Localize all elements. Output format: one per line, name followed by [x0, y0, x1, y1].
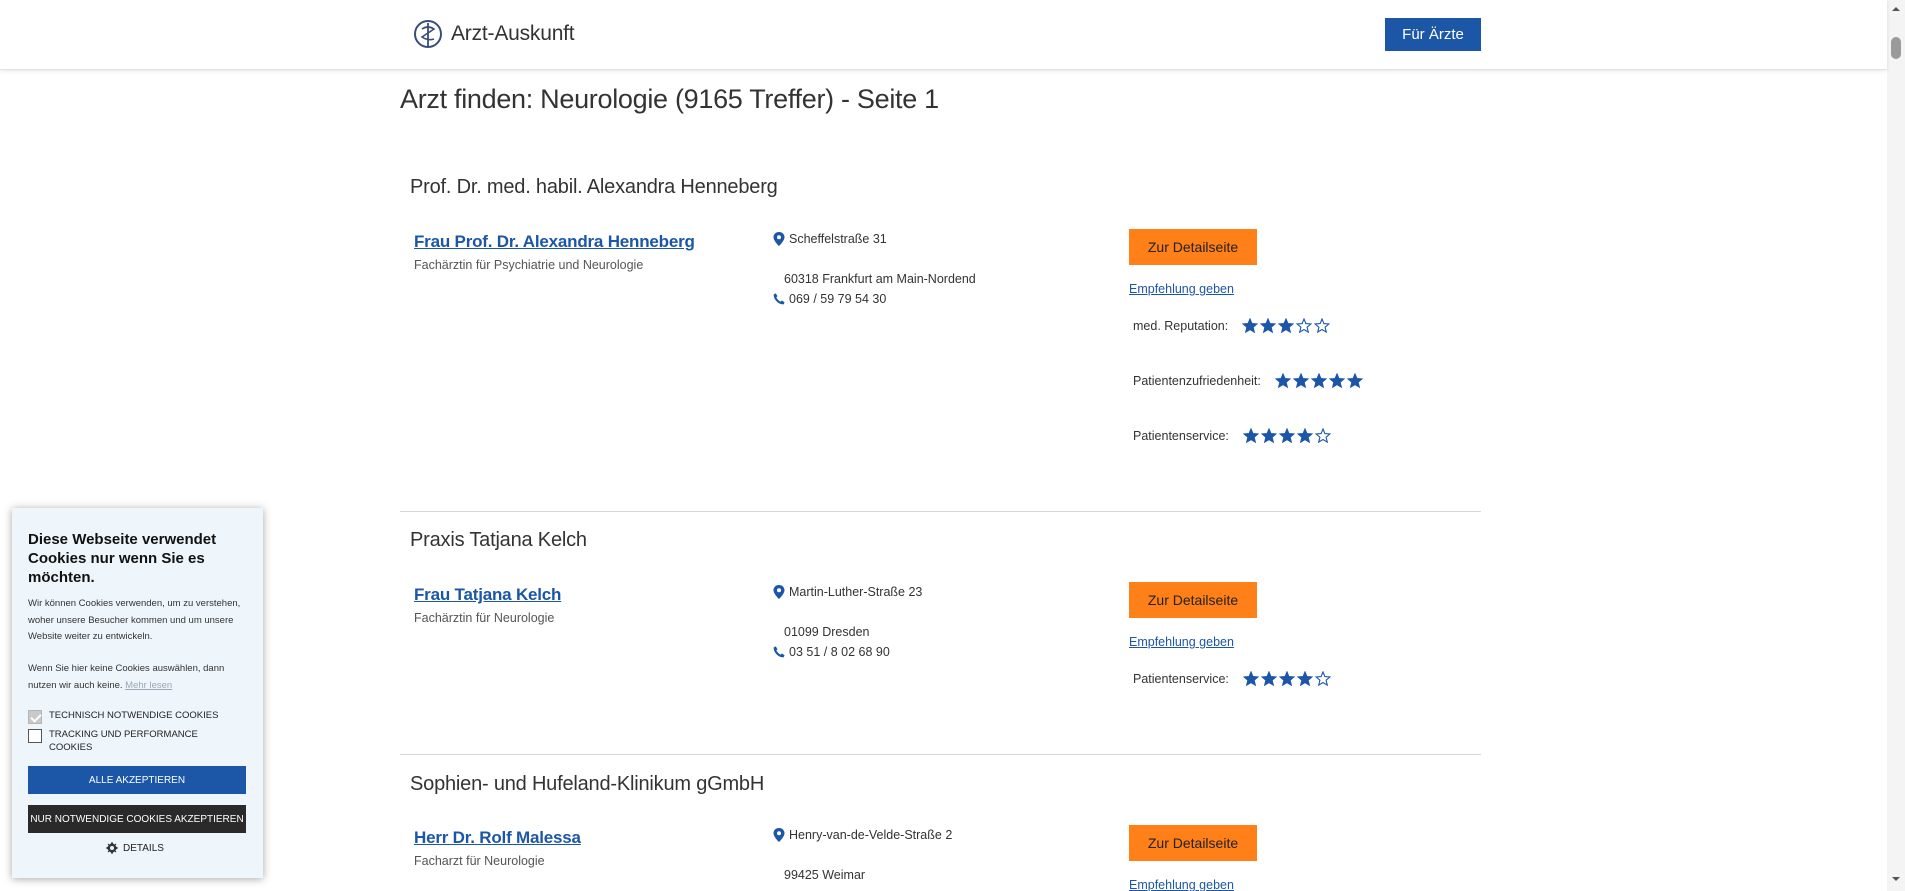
site-header: Arzt-Auskunft Für Ärzte	[0, 0, 1887, 70]
result-divider	[400, 511, 1481, 512]
practice-name: Praxis Tatjana Kelch	[410, 529, 587, 551]
city-text: 01099 Dresden	[784, 625, 870, 639]
address-city: 60318 Frankfurt am Main-Nordend	[784, 272, 976, 286]
cookie-description-2: Wenn Sie hier keine Cookies auswählen, d…	[28, 661, 250, 694]
cookie-details-toggle[interactable]: Details	[106, 842, 164, 854]
star-filled-icon	[1242, 428, 1259, 444]
tracking-cookies-label: Tracking und Performance Cookies	[49, 729, 198, 753]
recommend-link[interactable]: Empfehlung geben	[1129, 635, 1234, 649]
phone-text: 069 / 59 79 54 30	[789, 292, 887, 306]
address-street: Martin-Luther-Straße 23	[773, 585, 922, 599]
star-empty-icon	[1314, 318, 1331, 334]
location-pin-icon	[773, 232, 785, 246]
street-text: Henry-van-de-Velde-Straße 2	[789, 828, 953, 842]
address-street: Scheffelstraße 31	[773, 232, 887, 246]
rating-patient-service: Patientenservice:	[1133, 428, 1331, 444]
detail-page-button[interactable]: Zur Detailseite	[1129, 229, 1257, 265]
technical-cookies-label: Technisch notwendige Cookies	[49, 710, 219, 721]
cookie-consent-panel: Diese Webseite verwendet Cookies nur wen…	[12, 508, 263, 878]
accept-all-button[interactable]: Alle akzeptieren	[28, 766, 246, 794]
recommend-link[interactable]: Empfehlung geben	[1129, 282, 1234, 296]
doctor-specialty: Fachärztin für Neurologie	[414, 611, 555, 625]
street-text: Martin-Luther-Straße 23	[789, 585, 923, 599]
phone-number[interactable]: 069 / 59 79 54 30	[773, 292, 886, 306]
for-doctors-button[interactable]: Für Ärzte	[1385, 18, 1481, 51]
star-rating	[1274, 373, 1363, 389]
star-filled-icon	[1310, 373, 1327, 389]
cookie-title: Diese Webseite verwendet Cookies nur wen…	[28, 531, 217, 586]
star-filled-icon	[1260, 318, 1277, 334]
doctor-specialty: Facharzt für Neurologie	[414, 854, 545, 868]
recommend-link[interactable]: Empfehlung geben	[1129, 878, 1234, 891]
star-rating	[1242, 318, 1331, 334]
doctor-name-link[interactable]: Herr Dr. Rolf Malessa	[414, 828, 581, 848]
star-filled-icon	[1292, 373, 1309, 389]
star-filled-icon	[1296, 671, 1313, 687]
star-rating	[1242, 428, 1331, 444]
doctor-name-link[interactable]: Frau Tatjana Kelch	[414, 585, 561, 605]
star-filled-icon	[1278, 318, 1295, 334]
result-divider	[400, 754, 1481, 755]
checkbox-technical-cookies[interactable]: Technisch notwendige Cookies	[28, 709, 218, 724]
star-filled-icon	[1296, 428, 1313, 444]
rating-label: med. Reputation:	[1133, 319, 1229, 333]
star-filled-icon	[1242, 671, 1259, 687]
tracking-cookies-checkbox[interactable]	[28, 729, 42, 743]
cookie-description: Wir können Cookies verwenden, um zu vers…	[28, 598, 241, 642]
detail-page-button[interactable]: Zur Detailseite	[1129, 825, 1257, 861]
star-rating	[1242, 671, 1331, 687]
practice-name: Prof. Dr. med. habil. Alexandra Henneber…	[410, 176, 778, 198]
logo-text: Arzt-Auskunft	[451, 22, 575, 45]
rating-med-reputation: med. Reputation:	[1133, 318, 1331, 334]
page-title: Arzt finden: Neurologie (9165 Treffer) -…	[400, 84, 939, 114]
star-empty-icon	[1296, 318, 1313, 334]
doctor-specialty: Fachärztin für Psychiatrie und Neurologi…	[414, 258, 644, 272]
address-city: 01099 Dresden	[784, 625, 869, 639]
star-filled-icon	[1278, 428, 1295, 444]
scrollbar-thumb[interactable]	[1891, 37, 1901, 59]
accept-necessary-button[interactable]: Nur notwendige Cookies akzeptieren	[28, 805, 246, 833]
star-filled-icon	[1242, 318, 1259, 334]
details-label: Details	[123, 842, 164, 854]
star-filled-icon	[1278, 671, 1295, 687]
phone-number[interactable]: 03 51 / 8 02 68 90	[773, 645, 890, 659]
rating-label: Patientenservice:	[1133, 672, 1229, 686]
phone-icon	[773, 293, 785, 305]
star-empty-icon	[1314, 671, 1331, 687]
doctor-name-link[interactable]: Frau Prof. Dr. Alexandra Henneberg	[414, 232, 695, 252]
technical-cookies-checkbox[interactable]	[28, 710, 42, 724]
city-text: 60318 Frankfurt am Main-Nordend	[784, 272, 976, 286]
scroll-down-arrow-icon[interactable]	[1891, 874, 1901, 884]
scroll-up-arrow-icon[interactable]	[1891, 4, 1901, 14]
location-pin-icon	[773, 585, 785, 599]
phone-icon	[773, 646, 785, 658]
city-text: 99425 Weimar	[784, 868, 866, 882]
star-filled-icon	[1328, 373, 1345, 389]
logo-mark-icon	[414, 20, 442, 48]
read-more-link[interactable]: Mehr lesen	[125, 680, 172, 691]
star-empty-icon	[1314, 428, 1331, 444]
star-filled-icon	[1260, 428, 1277, 444]
practice-name: Sophien- und Hufeland-Klinikum gGmbH	[410, 773, 765, 795]
rating-label: Patientenzufriedenheit:	[1133, 374, 1261, 388]
checkbox-tracking-cookies[interactable]: Tracking und Performance Cookies	[28, 728, 219, 754]
rating-patient-satisfaction: Patientenzufriedenheit:	[1133, 373, 1363, 389]
phone-text: 03 51 / 8 02 68 90	[789, 645, 890, 659]
rating-patient-service: Patientenservice:	[1133, 671, 1331, 687]
page-scrollbar[interactable]	[1887, 0, 1905, 891]
star-filled-icon	[1346, 373, 1363, 389]
star-filled-icon	[1274, 373, 1291, 389]
rating-label: Patientenservice:	[1133, 429, 1229, 443]
detail-page-button[interactable]: Zur Detailseite	[1129, 582, 1257, 618]
site-logo[interactable]: Arzt-Auskunft	[413, 19, 575, 49]
star-filled-icon	[1260, 671, 1277, 687]
address-city: 99425 Weimar	[784, 868, 865, 882]
street-text: Scheffelstraße 31	[789, 232, 887, 246]
address-street: Henry-van-de-Velde-Straße 2	[773, 828, 952, 842]
gear-icon	[106, 842, 118, 854]
location-pin-icon	[773, 828, 785, 842]
